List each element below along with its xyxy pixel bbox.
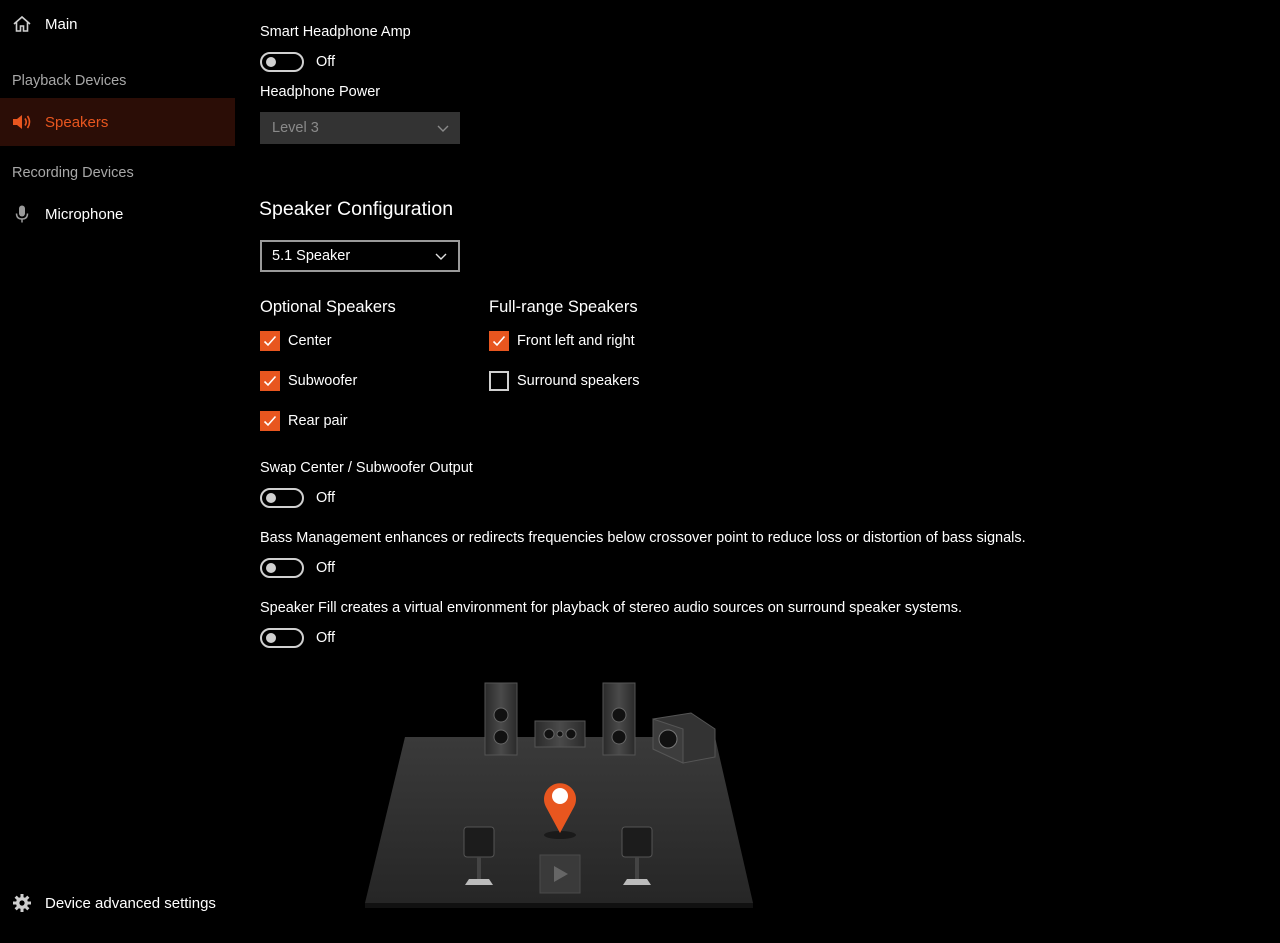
- optional-speakers-heading: Optional Speakers: [260, 298, 396, 316]
- speaker-configuration-heading: Speaker Configuration: [259, 198, 454, 220]
- sidebar-item-advanced-settings[interactable]: Device advanced settings: [0, 879, 235, 927]
- speaker-fill-toggle[interactable]: [260, 628, 304, 648]
- play-test-button[interactable]: [539, 854, 581, 894]
- checkbox-center[interactable]: Center: [260, 331, 332, 351]
- speaker-fill-state: Off: [316, 630, 336, 646]
- checkbox-subwoofer[interactable]: Subwoofer: [260, 371, 357, 391]
- swap-center-subwoofer-state: Off: [316, 490, 336, 506]
- chevron-down-icon: [435, 253, 447, 260]
- smart-headphone-amp-state: Off: [316, 54, 336, 70]
- headphone-power-dropdown[interactable]: Level 3: [260, 112, 460, 144]
- home-icon: [12, 14, 32, 34]
- smart-headphone-amp-toggle[interactable]: [260, 52, 304, 72]
- checkbox-unchecked-box: [489, 371, 509, 391]
- checkbox-surround-speakers[interactable]: Surround speakers: [489, 371, 640, 391]
- swap-center-subwoofer-label: Swap Center / Subwoofer Output: [260, 460, 473, 476]
- checkbox-front-left-right[interactable]: Front left and right: [489, 331, 635, 351]
- smart-headphone-amp-label: Smart Headphone Amp: [260, 24, 411, 40]
- speaker-layout-diagram: [363, 675, 763, 915]
- checkbox-front-left-right-label: Front left and right: [517, 333, 635, 349]
- speaker-stage-graphic: [365, 682, 753, 908]
- bass-management-label: Bass Management enhances or redirects fr…: [260, 530, 1026, 546]
- toggle-knob: [266, 493, 276, 503]
- checkbox-rear-pair-label: Rear pair: [288, 413, 348, 429]
- recording-devices-header: Recording Devices: [12, 165, 134, 181]
- bass-management-state: Off: [316, 560, 336, 576]
- checkmark-icon: [263, 375, 277, 387]
- checkbox-subwoofer-label: Subwoofer: [288, 373, 358, 389]
- checkbox-rear-pair[interactable]: Rear pair: [260, 411, 348, 431]
- checkbox-checked-box: [260, 411, 280, 431]
- swap-center-subwoofer-toggle[interactable]: [260, 488, 304, 508]
- sidebar-item-speakers-label: Speakers: [45, 113, 109, 131]
- sidebar-item-microphone[interactable]: Microphone: [0, 190, 235, 238]
- speaker-configuration-value: 5.1 Speaker: [272, 248, 351, 264]
- checkbox-checked-box: [489, 331, 509, 351]
- checkmark-icon: [263, 415, 277, 427]
- front-left-speaker[interactable]: [484, 682, 518, 756]
- checkmark-icon: [492, 335, 506, 347]
- sidebar-item-microphone-label: Microphone: [45, 205, 124, 223]
- gear-icon: [12, 893, 32, 913]
- full-range-speakers-heading: Full-range Speakers: [489, 298, 638, 316]
- checkbox-checked-box: [260, 331, 280, 351]
- front-right-speaker[interactable]: [602, 682, 636, 756]
- toggle-knob: [266, 563, 276, 573]
- microphone-icon: [12, 204, 32, 224]
- checkmark-icon: [263, 335, 277, 347]
- checkbox-surround-speakers-label: Surround speakers: [517, 373, 640, 389]
- checkbox-checked-box: [260, 371, 280, 391]
- sidebar-item-speakers[interactable]: Speakers: [0, 98, 235, 146]
- bass-management-toggle[interactable]: [260, 558, 304, 578]
- center-speaker[interactable]: [534, 720, 586, 748]
- playback-devices-header: Playback Devices: [12, 73, 127, 89]
- speaker-icon: [12, 112, 32, 132]
- speaker-configuration-dropdown[interactable]: 5.1 Speaker: [260, 240, 460, 272]
- checkbox-center-label: Center: [288, 333, 332, 349]
- speaker-fill-label: Speaker Fill creates a virtual environme…: [260, 600, 962, 616]
- sidebar-item-main[interactable]: Main: [0, 0, 235, 48]
- sidebar-item-main-label: Main: [45, 15, 78, 33]
- toggle-knob: [266, 633, 276, 643]
- sidebar: Main Playback Devices Speakers Recording…: [0, 0, 235, 943]
- headphone-power-value: Level 3: [272, 120, 319, 136]
- chevron-down-icon: [437, 125, 449, 132]
- toggle-knob: [266, 57, 276, 67]
- sidebar-item-advanced-settings-label: Device advanced settings: [45, 894, 216, 912]
- stage-floor-edge: [365, 903, 753, 908]
- headphone-power-label: Headphone Power: [260, 84, 381, 100]
